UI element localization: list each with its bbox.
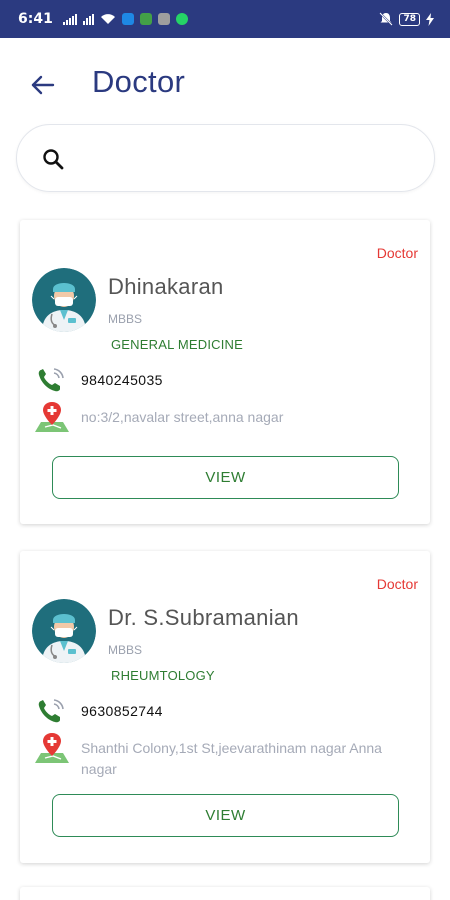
battery-icon: 78 bbox=[399, 12, 420, 26]
doctor-name: Dhinakaran bbox=[108, 274, 224, 299]
location-pin-icon bbox=[35, 733, 69, 763]
phone-number[interactable]: 9840245035 bbox=[81, 372, 163, 388]
view-button[interactable]: VIEW bbox=[52, 794, 399, 837]
doctor-name: Dr. S.Subramanian bbox=[108, 605, 299, 630]
doctor-card: Doctor Dr. S.Subramanian MBBS RHEUMTOLOG… bbox=[20, 551, 430, 863]
doctor-avatar-icon bbox=[32, 268, 96, 332]
search-input[interactable] bbox=[79, 141, 419, 177]
app-notification-icon bbox=[139, 13, 152, 25]
search-bar[interactable] bbox=[16, 124, 435, 192]
doctor-card bbox=[20, 887, 430, 900]
phone-icon[interactable] bbox=[36, 366, 66, 394]
app-header: Doctor bbox=[0, 62, 450, 106]
role-tag: Doctor bbox=[376, 245, 418, 261]
address-text: Shanthi Colony,1st St,jeevarathinam naga… bbox=[81, 740, 382, 777]
signal-icon bbox=[62, 13, 77, 25]
doctor-specialty: GENERAL MEDICINE bbox=[111, 337, 244, 352]
status-time: 6:41 bbox=[18, 11, 53, 27]
search-icon[interactable] bbox=[41, 147, 65, 171]
phone-icon[interactable] bbox=[36, 697, 66, 725]
phone-number[interactable]: 9630852744 bbox=[81, 703, 163, 719]
doctor-specialty: RHEUMTOLOGY bbox=[111, 668, 215, 683]
role-tag: Doctor bbox=[376, 576, 418, 592]
doctor-card: Doctor Dhinakaran MBBS GENERAL MEDICINE … bbox=[20, 220, 430, 524]
view-button[interactable]: VIEW bbox=[52, 456, 399, 499]
address-text: no:3/2,navalar street,anna nagar bbox=[81, 409, 284, 425]
wifi-icon bbox=[100, 14, 115, 24]
arrow-left-icon[interactable] bbox=[30, 72, 56, 98]
signal-icon-2 bbox=[82, 13, 94, 25]
app-notification-icon bbox=[157, 13, 170, 25]
location-pin-icon bbox=[35, 402, 69, 432]
doctor-degree: MBBS bbox=[108, 312, 143, 326]
page-title: Doctor bbox=[92, 64, 186, 99]
whatsapp-icon bbox=[175, 13, 188, 25]
app-notification-icon bbox=[121, 13, 134, 25]
mute-bell-icon bbox=[379, 12, 394, 26]
doctor-avatar-icon bbox=[32, 599, 96, 663]
charging-icon bbox=[426, 12, 434, 26]
status-bar: 6:41 78 bbox=[0, 0, 450, 38]
doctor-degree: MBBS bbox=[108, 643, 143, 657]
